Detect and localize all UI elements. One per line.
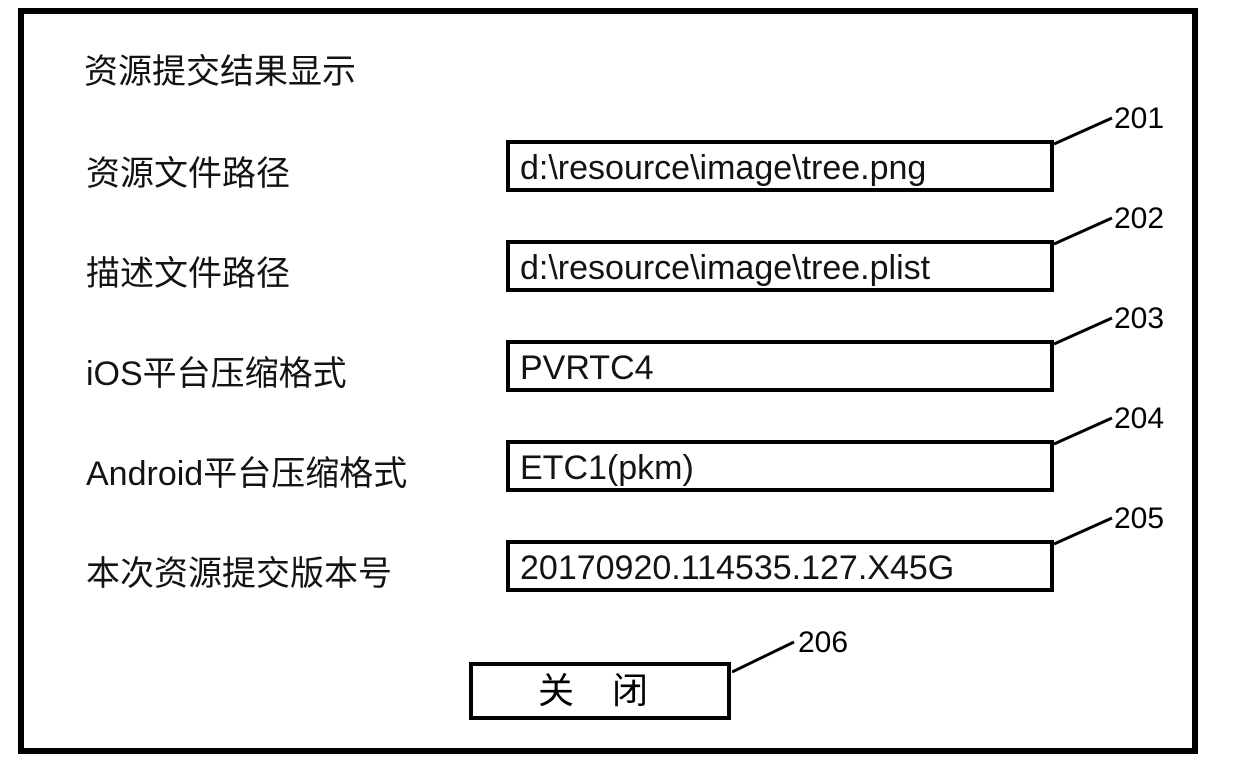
callout-206: 206 — [732, 636, 812, 681]
callout-number: 205 — [1114, 502, 1164, 536]
panel-title: 资源提交结果显示 — [84, 44, 356, 93]
label-ios-format: iOS平台压缩格式 — [86, 346, 347, 395]
label-android-format: Android平台压缩格式 — [86, 446, 407, 495]
field-version: 20170920.114535.127.X45G — [506, 540, 1054, 592]
label-version: 本次资源提交版本号 — [86, 546, 392, 595]
close-button[interactable]: 关 闭 — [469, 662, 731, 720]
callout-number: 206 — [798, 626, 848, 660]
label-desc-path: 描述文件路径 — [86, 246, 290, 295]
label-resource-path: 资源文件路径 — [86, 146, 290, 195]
field-resource-path: d:\resource\image\tree.png — [506, 140, 1054, 192]
callout-number: 203 — [1114, 302, 1164, 336]
callout-number: 202 — [1114, 202, 1164, 236]
callout-number: 204 — [1114, 402, 1164, 436]
field-ios-format: PVRTC4 — [506, 340, 1054, 392]
callout-number: 201 — [1114, 102, 1164, 136]
field-desc-path: d:\resource\image\tree.plist — [506, 240, 1054, 292]
result-panel: 资源提交结果显示 资源文件路径 d:\resource\image\tree.p… — [18, 8, 1198, 754]
field-android-format: ETC1(pkm) — [506, 440, 1054, 492]
